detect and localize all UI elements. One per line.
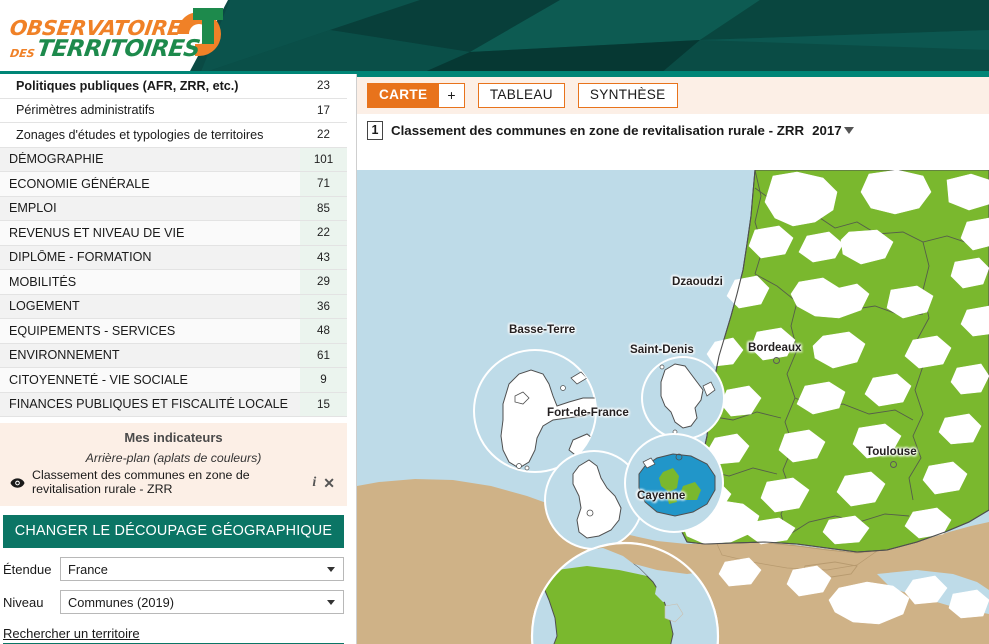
sidebar-category-label: ECONOMIE GÉNÉRALE [9,176,150,191]
level-label: Niveau [3,594,44,610]
chevron-down-icon [327,567,335,572]
year-value: 2017 [812,122,842,138]
tab-tableau[interactable]: TABLEAU [477,83,565,108]
sidebar-category-count: 15 [300,392,347,416]
site-logo[interactable]: OBSERVATOIRE DES TERRITOIRES [8,8,225,62]
inset-reunion [624,433,724,533]
theme-subitem-list: Politiques publiques (AFR, ZRR, etc.) 23 P… [0,74,347,148]
eye-icon[interactable] [9,477,26,488]
sidebar-category-count: 101 [300,147,347,171]
level-value: Communes (2019) [68,594,174,610]
sidebar-category-9[interactable]: ENVIRONNEMENT 61 [0,343,347,368]
tab-synthese[interactable]: SYNTHÈSE [577,83,678,108]
info-icon[interactable]: i [312,475,316,491]
sidebar-category-label: REVENUS ET NIVEAU DE VIE [9,225,185,240]
my-indicators-title: Mes indicateurs [124,430,223,445]
sidebar-category-count: 71 [300,172,347,196]
my-indicators-panel: Mes indicateurs Arrière-plan (aplats de … [0,423,347,506]
sidebar-subitem-count: 23 [300,74,347,98]
sidebar-category-4[interactable]: REVENUS ET NIVEAU DE VIE 22 [0,221,347,246]
sidebar-category-count: 29 [300,270,347,294]
sidebar-category-7[interactable]: LOGEMENT 36 [0,294,347,319]
sidebar-category-3[interactable]: EMPLOI 85 [0,196,347,221]
sidebar-category-label: DIPLÔME - FORMATION [9,250,152,265]
change-geography-button[interactable]: CHANGER LE DÉCOUPAGE GÉOGRAPHIQUE [3,515,344,548]
sidebar-category-5[interactable]: DIPLÔME - FORMATION 43 [0,245,347,270]
sidebar-category-count: 36 [300,294,347,318]
sidebar-category-label: CITOYENNETÉ - VIE SOCIALE [9,372,188,387]
sidebar-category-count: 61 [300,343,347,367]
logo-territoires-text: TERRITOIRES [34,36,201,62]
year-selector[interactable]: 2017 [812,123,854,138]
search-territory-link[interactable]: Rechercher un territoire [3,626,140,641]
sidebar-subitem-count: 17 [300,98,347,122]
sidebar-scroll-gutter[interactable] [347,74,357,644]
view-tabs: CARTE + TABLEAU SYNTHÈSE [357,77,989,114]
application-window: OBSERVATOIRE DES TERRITOIRES Politiques … [0,0,989,644]
add-map-button[interactable]: + [439,83,465,108]
sidebar-subitem-label: Politiques publiques (AFR, ZRR, etc.) [16,78,239,93]
level-select[interactable]: Communes (2019) [60,590,344,614]
level-row: Niveau Communes (2019) [3,581,344,614]
sidebar-category-count: 85 [300,196,347,220]
sidebar-subitem[interactable]: Zonages d'études et typologies de territ… [0,123,347,148]
map-canvas[interactable]: Bordeaux Toulouse Basse-Terre Dzaoudzi Saint… [357,170,989,644]
extent-label: Étendue [3,561,52,577]
sidebar-category-label: ENVIRONNEMENT [9,348,120,363]
city-dot-toulouse [890,461,897,468]
map-title: Classement des communes en zone de revit… [391,122,805,138]
sidebar-subitem[interactable]: Politiques publiques (AFR, ZRR, etc.) 23 [0,74,347,99]
sidebar-category-label: EQUIPEMENTS - SERVICES [9,323,176,338]
close-icon[interactable]: ✕ [323,476,335,490]
main-panel: CARTE + TABLEAU SYNTHÈSE 1 Classement de… [357,74,989,644]
sidebar-category-1[interactable]: DÉMOGRAPHIE 101 [0,147,347,172]
sidebar-category-count: 48 [300,319,347,343]
sidebar: Politiques publiques (AFR, ZRR, etc.) 23 P… [0,74,348,644]
sidebar-category-2[interactable]: ECONOMIE GÉNÉRALE 71 [0,172,347,197]
extent-row: Étendue France [3,548,344,581]
sidebar-category-label: LOGEMENT [9,299,80,314]
sidebar-category-label: FINANCES PUBLIQUES ET FISCALITÉ LOCALE [9,397,289,412]
sidebar-subitem-label: Périmètres administratifs [16,103,155,118]
sidebar-category-count: 22 [300,221,347,245]
sidebar-category-label: DÉMOGRAPHIE [9,152,104,167]
extent-select[interactable]: France [60,557,344,581]
sidebar-subitem[interactable]: Périmètres administratifs 17 [0,98,347,123]
sidebar-category-8[interactable]: EQUIPEMENTS - SERVICES 48 [0,319,347,344]
sidebar-subitem-count: 22 [300,123,347,147]
sidebar-category-label: MOBILITÉS [9,274,77,289]
sidebar-subitem-label: Zonages d'études et typologies de territ… [16,127,264,142]
chevron-down-icon [843,126,854,134]
indicator-name: Classement des communes en zone de revit… [32,468,250,496]
sidebar-category-count: 9 [300,368,347,392]
indicator-actions: i ✕ [312,475,338,491]
inset-mayotte [641,356,725,440]
extent-value: France [68,561,108,577]
sidebar-category-10[interactable]: CITOYENNETÉ - VIE SOCIALE 9 [0,368,347,393]
carte-tab-group: CARTE + [367,83,465,108]
map-title-bar: 1 Classement des communes en zone de rev… [357,114,989,146]
chevron-down-icon [327,600,335,605]
map-svg [357,170,989,644]
sidebar-category-count: 43 [300,245,347,269]
my-indicators-subtitle: Arrière-plan (aplats de couleurs) [85,451,262,465]
logo-des-text: DES [9,47,36,60]
site-header: OBSERVATOIRE DES TERRITOIRES [0,0,989,74]
sidebar-category-11[interactable]: FINANCES PUBLIQUES ET FISCALITÉ LOCALE 15 [0,392,347,417]
theme-category-list: DÉMOGRAPHIE 101 ECONOMIE GÉNÉRALE 71 EMPLOI 8… [0,147,347,417]
indicator-row: Classement des communes en zone de revit… [9,468,338,496]
map-index-badge[interactable]: 1 [367,120,383,140]
tab-carte[interactable]: CARTE [367,83,440,108]
sidebar-category-label: EMPLOI [9,201,57,216]
sidebar-category-6[interactable]: MOBILITÉS 29 [0,270,347,295]
city-dot-bordeaux [773,357,780,364]
